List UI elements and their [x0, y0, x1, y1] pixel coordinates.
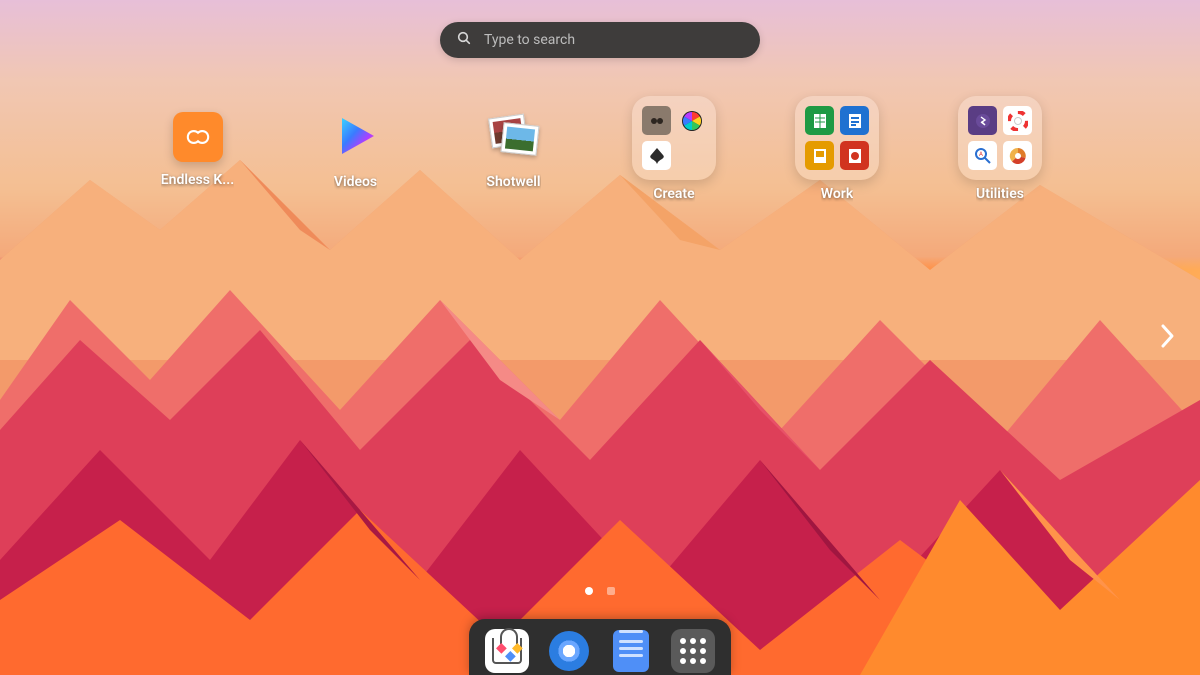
page-indicator: [585, 587, 615, 595]
folder-label: Utilities: [976, 186, 1024, 202]
gimp-icon: [642, 106, 671, 135]
folder-work[interactable]: Work: [790, 112, 885, 202]
app-shotwell[interactable]: Shotwell: [469, 112, 559, 202]
folder-icon: A: [958, 96, 1042, 180]
svg-text:A: A: [979, 151, 983, 158]
dock-show-applications[interactable]: [671, 629, 715, 673]
disk-usage-icon: [1003, 141, 1032, 170]
desktop-overview: Endless K... Videos Sh: [0, 0, 1200, 675]
draw-icon: [840, 141, 869, 170]
color-wheel-icon: [677, 106, 706, 135]
app-label: Endless K...: [161, 172, 234, 188]
inkscape-icon: [642, 141, 671, 170]
search-input[interactable]: [484, 32, 744, 48]
grid-dot-icon: [680, 638, 686, 644]
page-dot-1[interactable]: [585, 587, 593, 595]
calc-icon: [805, 106, 834, 135]
search-icon: [456, 30, 472, 50]
endless-key-icon: [173, 112, 223, 162]
folder-icon: [632, 96, 716, 180]
folder-label: Create: [653, 186, 694, 202]
chromium-icon: [549, 631, 589, 671]
app-label: Videos: [334, 174, 377, 190]
folder-label: Work: [821, 186, 853, 202]
shotwell-icon: [488, 112, 540, 164]
font-viewer-icon: A: [968, 141, 997, 170]
dock-app-center[interactable]: ◆◆◆: [485, 629, 529, 673]
bluetooth-icon: [968, 106, 997, 135]
app-label: Shotwell: [486, 174, 540, 190]
page-dot-2[interactable]: [607, 587, 615, 595]
dock-files[interactable]: [609, 629, 653, 673]
videos-icon: [332, 112, 380, 164]
search-bar[interactable]: [440, 22, 760, 58]
folder-utilities[interactable]: A Utilities: [953, 112, 1048, 202]
app-grid: Endless K... Videos Sh: [0, 112, 1200, 202]
chevron-right-icon: [1160, 323, 1176, 349]
app-endless-key[interactable]: Endless K...: [153, 112, 243, 202]
app-videos[interactable]: Videos: [311, 112, 401, 202]
folder-icon: [795, 96, 879, 180]
impress-icon: [805, 141, 834, 170]
next-page-button[interactable]: [1150, 313, 1186, 363]
help-icon: [1003, 106, 1032, 135]
dock: ◆◆◆: [469, 619, 731, 675]
empty-slot: [677, 141, 706, 170]
folder-create[interactable]: Create: [627, 112, 722, 202]
files-icon: [613, 630, 649, 672]
dock-chromium[interactable]: [547, 629, 591, 673]
shopping-bag-icon: ◆◆◆: [492, 638, 522, 664]
writer-icon: [840, 106, 869, 135]
